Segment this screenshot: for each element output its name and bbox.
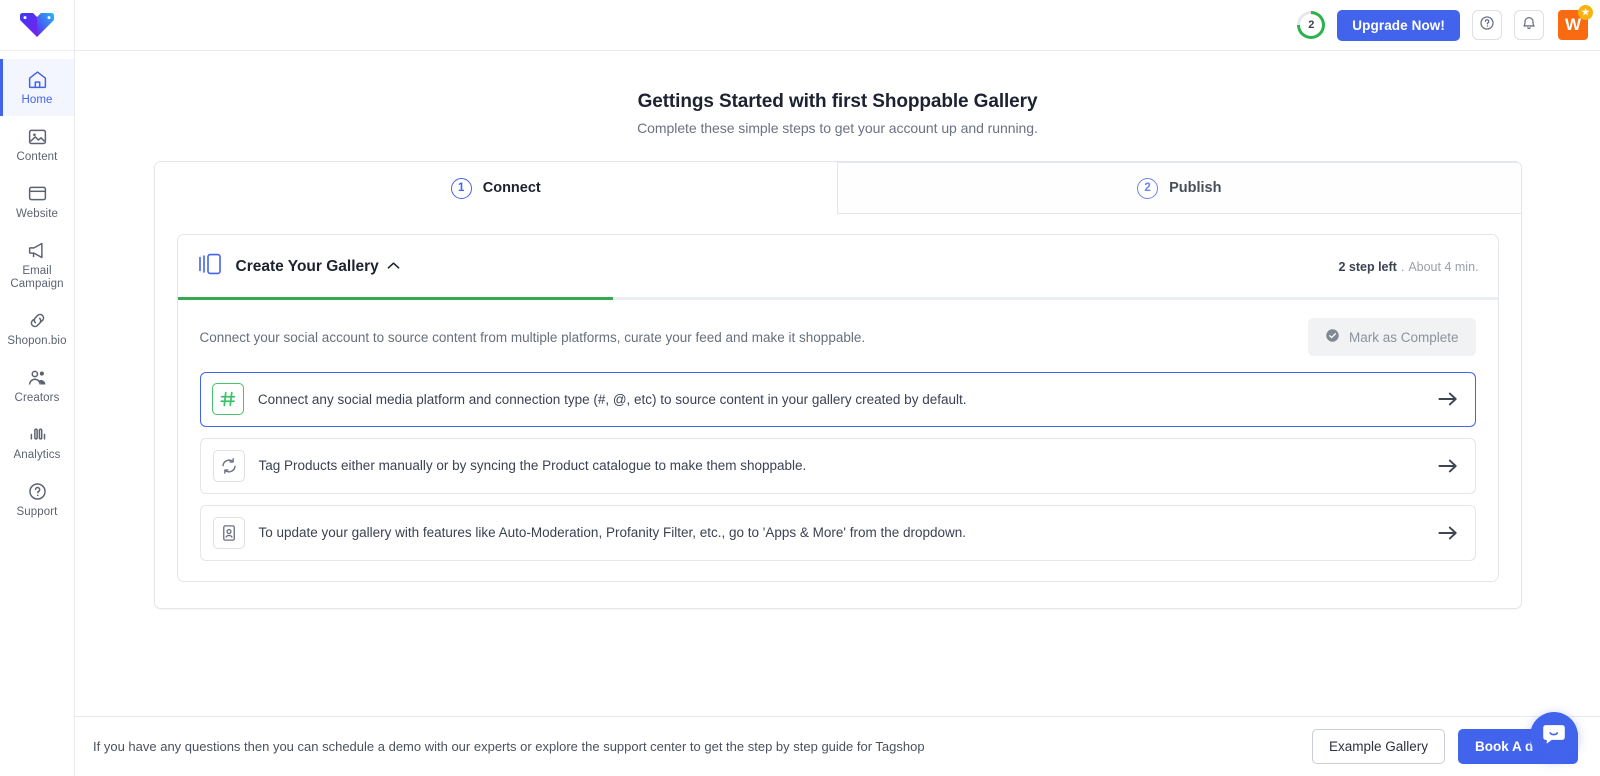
people-icon: [27, 367, 48, 388]
sidebar-item-email-campaign[interactable]: Email Campaign: [0, 230, 74, 300]
tab-number: 1: [451, 178, 472, 199]
sidebar-item-label: Creators: [15, 392, 60, 405]
home-icon: [27, 69, 48, 90]
hashtag-icon: [212, 383, 244, 415]
step-text: To update your gallery with features lik…: [259, 525, 1423, 540]
sidebar-item-label: Support: [17, 506, 58, 519]
chevron-up-icon[interactable]: [387, 257, 400, 275]
notifications-button[interactable]: [1514, 10, 1544, 40]
sync-icon: [213, 450, 245, 482]
sidebar-item-content[interactable]: Content: [0, 116, 74, 173]
tab-publish[interactable]: 2 Publish: [837, 162, 1521, 214]
sidebar-item-label: Analytics: [14, 449, 61, 462]
sidebar-nav: Home Content: [0, 51, 74, 528]
window-icon: [27, 183, 48, 204]
step-text: Tag Products either manually or by synci…: [259, 458, 1423, 473]
avatar-initial: W: [1565, 15, 1581, 35]
image-icon: [27, 126, 48, 147]
onboarding-tabs: 1 Connect 2 Publish: [155, 162, 1521, 214]
app-logo[interactable]: [0, 0, 74, 51]
avatar[interactable]: W ★: [1558, 10, 1588, 40]
intercom-chat-icon: [1541, 721, 1567, 752]
sidebar-item-home[interactable]: Home: [0, 59, 74, 116]
credit-progress-ring[interactable]: 2: [1297, 11, 1325, 39]
sidebar-item-label: Content: [17, 151, 58, 164]
steps-left-label: 2 step left: [1338, 260, 1396, 274]
tab-number: 2: [1137, 178, 1158, 199]
tagshop-heart-logo: [17, 7, 57, 43]
help-circle-icon: [1479, 15, 1495, 36]
sidebar-item-creators[interactable]: Creators: [0, 357, 74, 414]
step-row[interactable]: Connect any social media platform and co…: [200, 372, 1476, 427]
gallery-cards-icon: [197, 252, 223, 281]
id-card-icon: [213, 517, 245, 549]
main-area: 2 Upgrade Now!: [75, 0, 1600, 776]
section-title: Create Your Gallery: [236, 257, 401, 276]
app-root: Home Content: [0, 0, 1600, 776]
sidebar: Home Content: [0, 0, 75, 776]
time-estimate-label: About 4 min.: [1408, 260, 1478, 274]
tab-connect[interactable]: 1 Connect: [155, 162, 838, 214]
tab-panel-connect: Create Your Gallery 2 step left: [155, 214, 1521, 608]
sidebar-item-label: Website: [16, 208, 58, 221]
link-icon: [27, 310, 48, 331]
onboarding-card: 1 Connect 2 Publish: [154, 161, 1522, 609]
arrow-right-icon[interactable]: [1437, 391, 1459, 407]
meta-separator: .: [1401, 260, 1404, 274]
upgrade-now-button[interactable]: Upgrade Now!: [1337, 10, 1460, 41]
megaphone-icon: [27, 240, 48, 261]
topbar: 2 Upgrade Now!: [75, 0, 1600, 51]
section-description: Connect your social account to source co…: [200, 330, 866, 345]
description-row: Connect your social account to source co…: [200, 318, 1476, 356]
sidebar-item-label: Home: [21, 94, 52, 107]
arrow-right-icon[interactable]: [1437, 458, 1459, 474]
credit-count: 2: [1308, 19, 1314, 31]
tab-label: Connect: [483, 180, 541, 196]
create-gallery-body: Connect your social account to source co…: [178, 300, 1498, 581]
bar-chart-icon: [27, 424, 48, 445]
create-gallery-header[interactable]: Create Your Gallery 2 step left: [178, 235, 1498, 297]
section-header-left: Create Your Gallery: [197, 252, 401, 281]
check-circle-icon: [1325, 328, 1340, 346]
help-circle-icon: [27, 481, 48, 502]
create-gallery-section: Create Your Gallery 2 step left: [177, 234, 1499, 582]
step-text: Connect any social media platform and co…: [258, 392, 1423, 407]
sidebar-item-label: Shopon.bio: [7, 335, 66, 348]
bell-icon: [1521, 15, 1537, 36]
mark-as-complete-label: Mark as Complete: [1349, 330, 1459, 345]
sidebar-item-analytics[interactable]: Analytics: [0, 414, 74, 471]
sidebar-item-support[interactable]: Support: [0, 471, 74, 528]
help-button[interactable]: [1472, 10, 1502, 40]
content-area: Gettings Started with first Shoppable Ga…: [75, 51, 1600, 716]
sidebar-item-shopon-bio[interactable]: Shopon.bio: [0, 300, 74, 357]
chat-launcher-button[interactable]: [1530, 712, 1578, 760]
footer-help-text: If you have any questions then you can s…: [93, 739, 925, 754]
sidebar-item-website[interactable]: Website: [0, 173, 74, 230]
arrow-right-icon[interactable]: [1437, 525, 1459, 541]
example-gallery-button[interactable]: Example Gallery: [1312, 729, 1445, 764]
section-progress-meta: 2 step left . About 4 min.: [1338, 260, 1478, 274]
footer-bar: If you have any questions then you can s…: [75, 716, 1600, 776]
mark-as-complete-button[interactable]: Mark as Complete: [1308, 318, 1476, 356]
section-title-text: Create Your Gallery: [236, 258, 379, 275]
page-title: Gettings Started with first Shoppable Ga…: [638, 91, 1038, 113]
sidebar-item-label: Email Campaign: [2, 265, 72, 291]
tab-label: Publish: [1169, 180, 1221, 196]
page-subtitle: Complete these simple steps to get your …: [637, 120, 1038, 136]
star-icon: ★: [1578, 5, 1593, 20]
step-row[interactable]: To update your gallery with features lik…: [200, 505, 1476, 561]
step-row[interactable]: Tag Products either manually or by synci…: [200, 438, 1476, 494]
